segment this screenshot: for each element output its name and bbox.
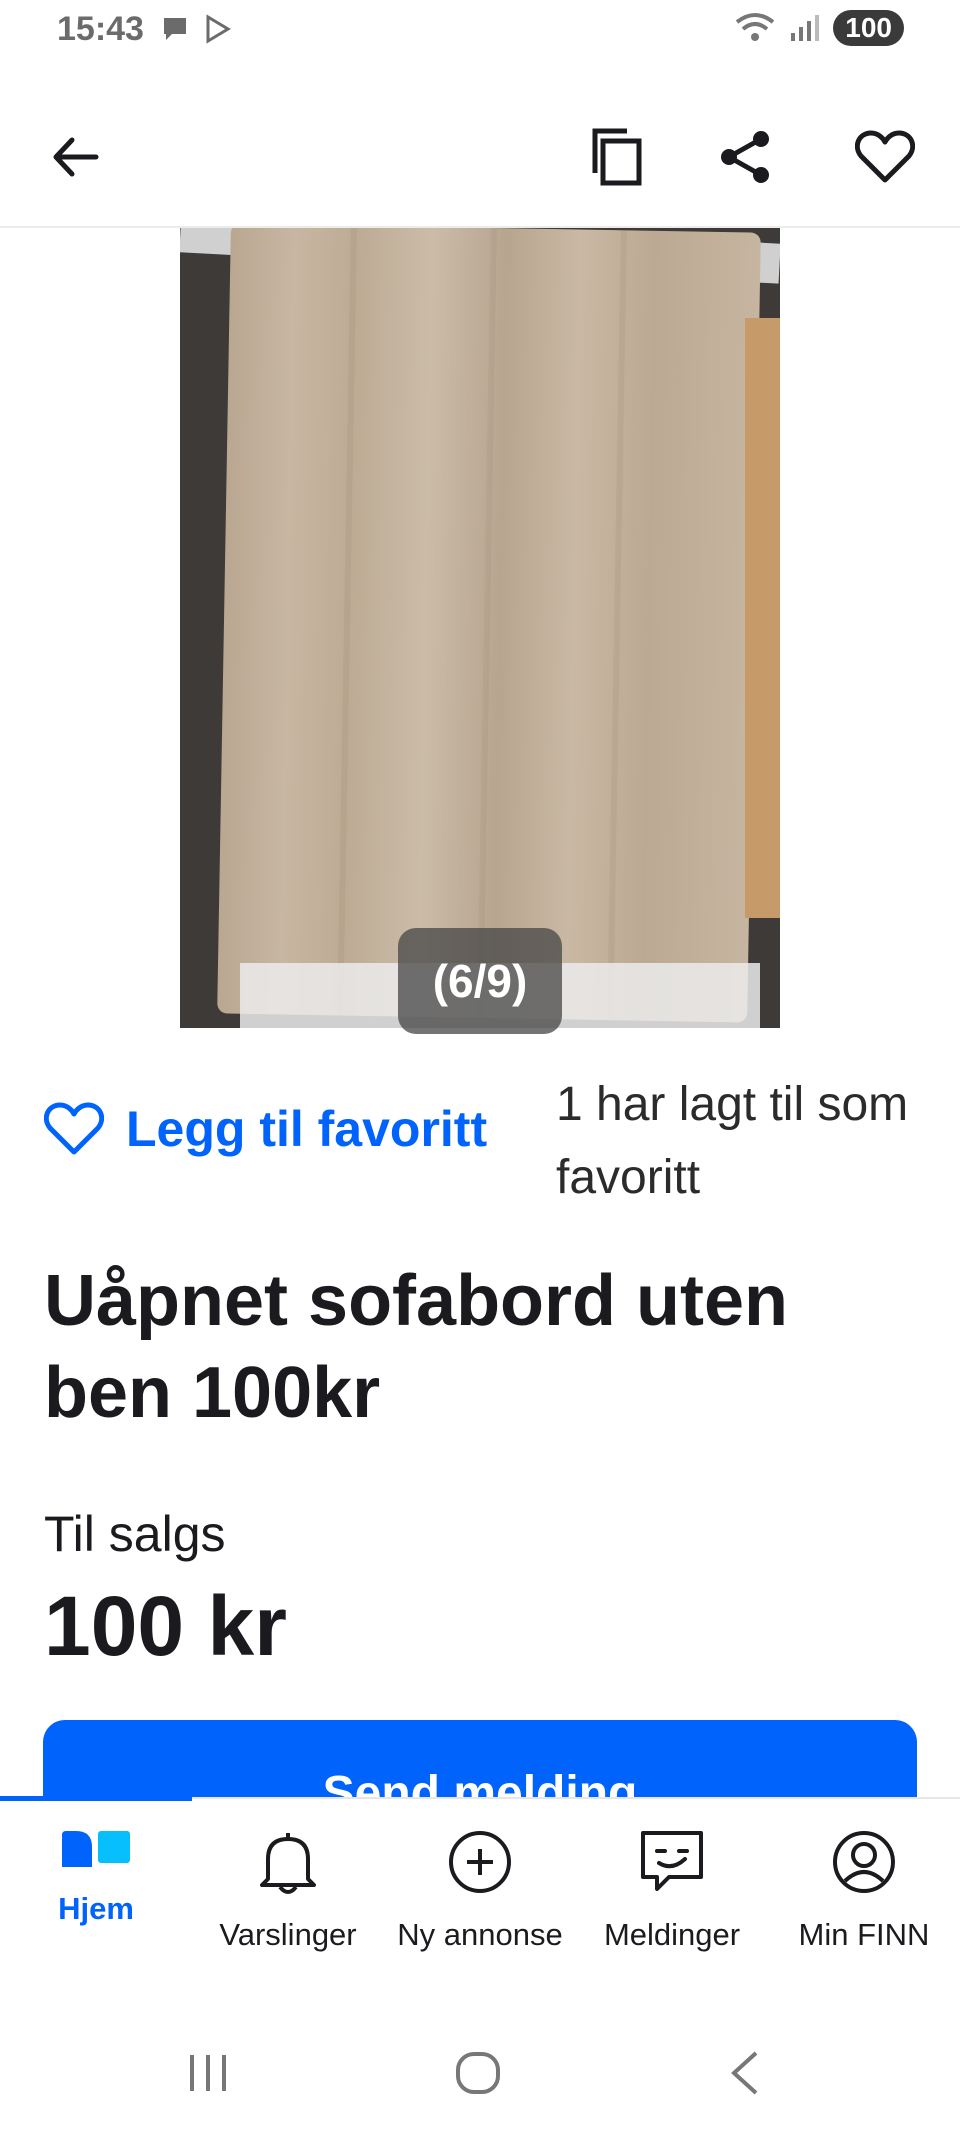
bottom-navigation: Hjem Varslinger Ny annonse Meldinger Min… [0, 1796, 960, 2005]
wifi-icon [736, 13, 775, 41]
active-tab-indicator [0, 1796, 192, 1801]
nav-label-notifications: Varslinger [219, 1917, 357, 1952]
chevron-left-icon [731, 2051, 758, 2095]
image-counter: (6/9) [398, 928, 562, 1034]
nav-item-notifications[interactable]: Varslinger [192, 1829, 384, 1953]
nav-label-home: Hjem [58, 1891, 134, 1926]
nav-label-messages: Meldinger [603, 1917, 741, 1952]
chat-icon [641, 1831, 703, 1891]
top-app-bar [0, 88, 960, 228]
back-button[interactable] [30, 112, 120, 202]
recent-apps-button[interactable] [186, 2051, 230, 2100]
profile-icon [833, 1831, 895, 1893]
system-navigation-bar [0, 2003, 960, 2140]
share-button[interactable] [700, 112, 790, 202]
signal-icon [791, 15, 820, 41]
favorite-count-text: 1 har lagt til som favoritt [556, 1078, 909, 1204]
plus-circle-icon [449, 1831, 511, 1893]
listing-photo[interactable] [180, 228, 780, 1028]
arrow-left-icon [53, 137, 99, 177]
copy-icon [592, 128, 642, 186]
tabletop-image [217, 228, 761, 1023]
cardboard-edge [745, 318, 780, 918]
favorite-button[interactable] [840, 112, 930, 202]
nav-item-home[interactable]: Hjem [0, 1829, 192, 1927]
heart-outline-icon [44, 1102, 104, 1155]
nav-item-messages[interactable]: Meldinger [576, 1829, 768, 1953]
home-system-button[interactable] [454, 2051, 502, 2100]
heart-icon [855, 130, 915, 183]
nav-item-profile[interactable]: Min FINN [768, 1829, 960, 1953]
home-icon [62, 1831, 130, 1867]
nav-item-new-ad[interactable]: Ny annonse [384, 1829, 576, 1953]
recent-apps-icon [190, 2055, 226, 2091]
add-favorite-label: Legg til favoritt [126, 1101, 488, 1157]
play-store-icon [206, 14, 231, 44]
listing-title: Uåpnet sofabord uten ben 100kr [44, 1261, 789, 1433]
chat-bubble-icon [164, 18, 186, 40]
listing-price: 100 kr [44, 1579, 287, 1673]
status-right-icons: 100 [735, 10, 904, 46]
listing-type: Til salgs [44, 1506, 226, 1562]
status-notification-icons [160, 14, 232, 44]
home-circle-icon [456, 2052, 500, 2094]
nav-label-new-ad: Ny annonse [397, 1917, 563, 1952]
share-icon [721, 131, 769, 183]
battery-icon: 100 [833, 10, 904, 46]
nav-label-profile: Min FINN [798, 1917, 930, 1952]
add-favorite-link[interactable]: Legg til favoritt [44, 1100, 487, 1158]
back-system-button[interactable] [726, 2051, 766, 2100]
status-time: 15:43 [57, 10, 144, 48]
bell-icon [260, 1833, 316, 1894]
copy-button[interactable] [572, 112, 662, 202]
